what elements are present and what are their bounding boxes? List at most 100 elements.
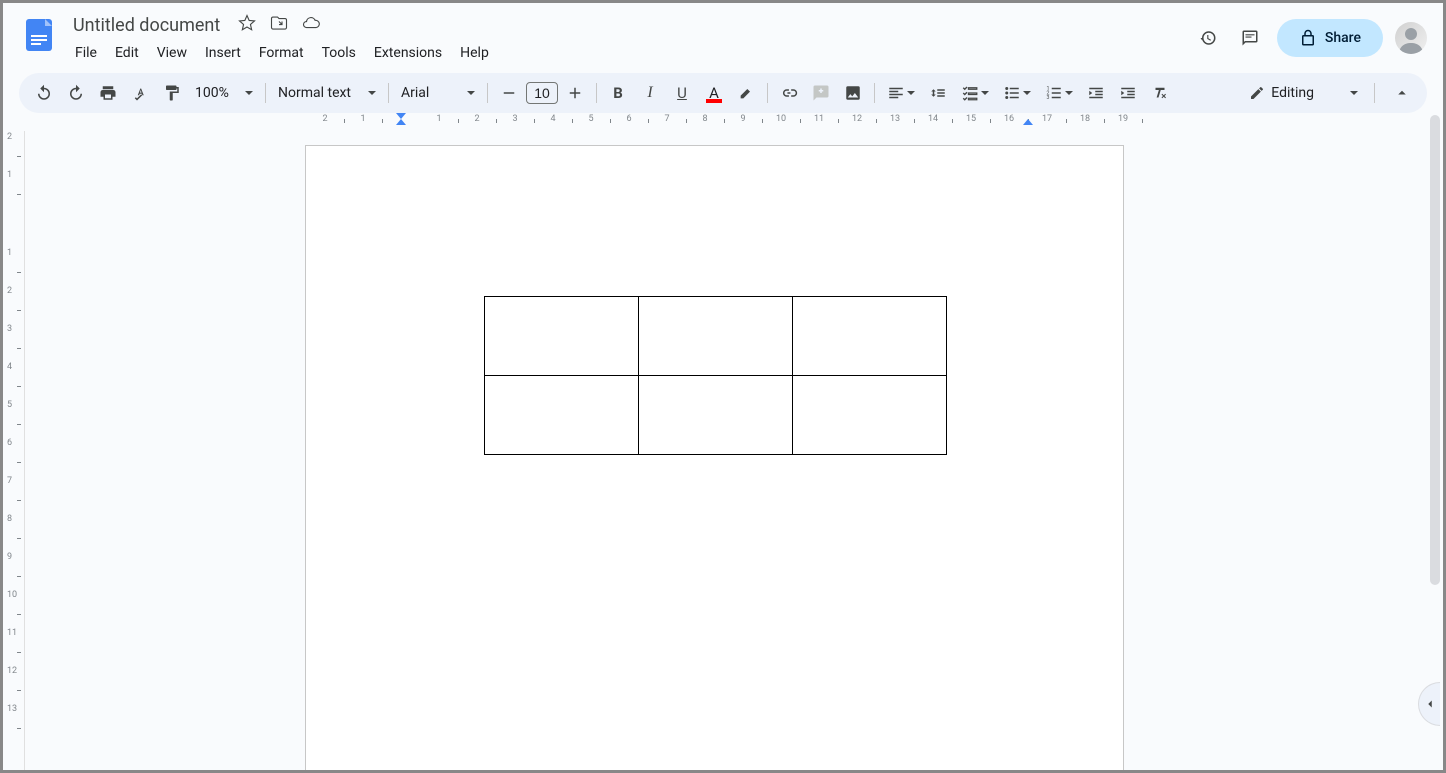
ruler-number: 2 (7, 286, 12, 296)
bulleted-list-button[interactable] (997, 78, 1037, 108)
table-row (485, 297, 947, 376)
clear-formatting-button[interactable] (1145, 78, 1175, 108)
text-color-button[interactable]: A (699, 78, 729, 108)
header-right: Share (1193, 19, 1427, 57)
document-table[interactable] (484, 296, 947, 455)
ruler-number: 1 (436, 114, 441, 124)
separator (1374, 83, 1375, 103)
table-cell[interactable] (639, 376, 793, 455)
ruler-number: 8 (702, 114, 707, 124)
ruler-number: 7 (7, 476, 12, 486)
chevron-down-icon (1350, 91, 1358, 95)
print-button[interactable] (93, 78, 123, 108)
chevron-down-icon (368, 91, 376, 95)
font-size-input[interactable] (526, 82, 558, 104)
numbered-list-button[interactable]: 123 (1039, 78, 1079, 108)
title-row: Untitled document (67, 11, 1193, 39)
collapse-toolbar-button[interactable] (1387, 78, 1417, 108)
decrease-font-size-button[interactable] (494, 78, 524, 108)
ruler-number: 4 (7, 362, 12, 372)
ruler-number: 18 (1080, 114, 1090, 124)
align-button[interactable] (881, 78, 921, 108)
ruler-number: 11 (7, 628, 17, 638)
ruler-number: 7 (664, 114, 669, 124)
ruler-number: 5 (7, 400, 12, 410)
app-header: Untitled document File Edit View Insert … (3, 3, 1443, 65)
ruler-number: 6 (7, 438, 12, 448)
undo-button[interactable] (29, 78, 59, 108)
ruler-number: 10 (776, 114, 786, 124)
checklist-button[interactable] (955, 78, 995, 108)
highlight-color-button[interactable] (731, 78, 761, 108)
insert-image-button[interactable] (838, 78, 868, 108)
ruler-number: 6 (626, 114, 631, 124)
document-title[interactable]: Untitled document (67, 13, 226, 38)
separator (596, 83, 597, 103)
chevron-down-icon (245, 91, 253, 95)
menu-insert[interactable]: Insert (197, 41, 249, 65)
chevron-down-icon (981, 91, 989, 95)
table-cell[interactable] (485, 376, 639, 455)
ruler-number: 12 (852, 114, 862, 124)
comments-icon[interactable] (1235, 23, 1265, 53)
lock-icon (1299, 29, 1317, 47)
increase-font-size-button[interactable] (560, 78, 590, 108)
italic-button[interactable]: I (635, 78, 665, 108)
ruler-number: 16 (1004, 114, 1014, 124)
add-comment-button[interactable] (806, 78, 836, 108)
line-spacing-button[interactable] (923, 78, 953, 108)
avatar[interactable] (1395, 22, 1427, 54)
paint-format-button[interactable] (157, 78, 187, 108)
chevron-down-icon (1065, 91, 1073, 95)
document-area: 2112345678910111213 (3, 131, 1443, 770)
underline-button[interactable]: U (667, 78, 697, 108)
ruler-number: 4 (550, 114, 555, 124)
menu-file[interactable]: File (67, 41, 105, 65)
font-select[interactable]: Arial (395, 85, 481, 101)
docs-logo-icon[interactable] (19, 15, 59, 55)
ruler-number: 1 (360, 114, 365, 124)
menu-tools[interactable]: Tools (314, 41, 364, 65)
menu-help[interactable]: Help (452, 41, 497, 65)
vertical-ruler[interactable]: 2112345678910111213 (3, 131, 25, 770)
redo-button[interactable] (61, 78, 91, 108)
menu-extensions[interactable]: Extensions (366, 41, 450, 65)
table-cell[interactable] (793, 376, 947, 455)
cloud-status-icon[interactable] (302, 14, 320, 36)
history-icon[interactable] (1193, 23, 1223, 53)
paragraph-style-select[interactable]: Normal text (272, 85, 382, 101)
scrollbar-thumb[interactable] (1430, 115, 1440, 585)
chevron-down-icon (1023, 91, 1031, 95)
table-cell[interactable] (639, 297, 793, 376)
table-cell[interactable] (485, 297, 639, 376)
menu-view[interactable]: View (149, 41, 195, 65)
document-page[interactable] (305, 145, 1124, 770)
chevron-down-icon (467, 91, 475, 95)
insert-link-button[interactable] (774, 78, 804, 108)
bold-button[interactable]: B (603, 78, 633, 108)
separator (487, 83, 488, 103)
decrease-indent-button[interactable] (1081, 78, 1111, 108)
move-icon[interactable] (270, 14, 288, 36)
vertical-scrollbar[interactable] (1430, 115, 1440, 735)
share-button[interactable]: Share (1277, 19, 1383, 57)
horizontal-ruler[interactable]: 2112345678910111213141516171819 (43, 113, 1443, 129)
ruler-number: 15 (966, 114, 976, 124)
ruler-number: 2 (322, 114, 327, 124)
separator (874, 83, 875, 103)
toolbar: 100% Normal text Arial B I U A 123 Editi… (19, 73, 1427, 113)
ruler-number: 2 (7, 132, 12, 142)
zoom-select[interactable]: 100% (189, 85, 259, 101)
menu-format[interactable]: Format (251, 41, 312, 65)
menu-edit[interactable]: Edit (107, 41, 147, 65)
document-canvas[interactable] (25, 131, 1443, 770)
table-cell[interactable] (793, 297, 947, 376)
spellcheck-button[interactable] (125, 78, 155, 108)
separator (388, 83, 389, 103)
increase-indent-button[interactable] (1113, 78, 1143, 108)
highlight-color-swatch (738, 99, 754, 103)
mode-select[interactable]: Editing (1239, 85, 1368, 101)
star-icon[interactable] (238, 14, 256, 36)
share-label: Share (1325, 30, 1361, 46)
svg-text:3: 3 (1047, 95, 1050, 101)
